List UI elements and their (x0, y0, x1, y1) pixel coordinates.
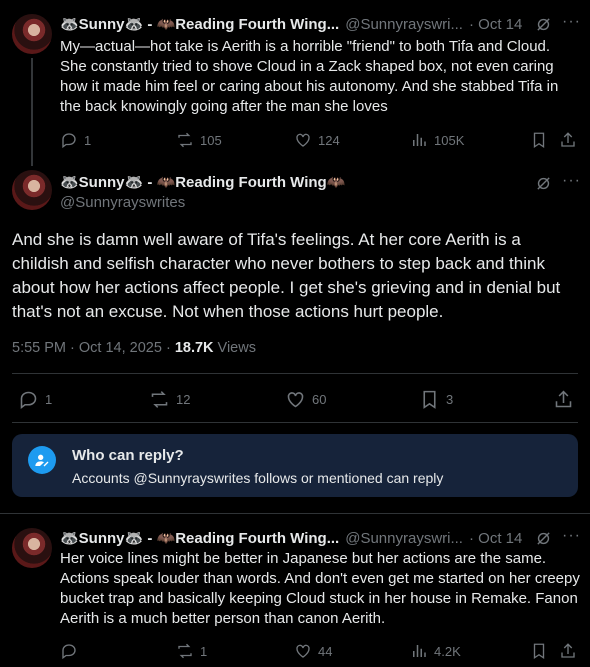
thread-line (31, 58, 33, 166)
bookmark-button[interactable] (530, 131, 548, 149)
repost-icon (178, 132, 192, 148)
repost-button[interactable]: 12 (149, 389, 190, 410)
views-count: 18.7K (174, 340, 214, 356)
divider (0, 513, 590, 514)
like-button[interactable]: 44 (294, 642, 332, 660)
reply-button[interactable] (60, 642, 84, 660)
grok-icon[interactable] (535, 175, 552, 197)
like-count: 44 (318, 643, 333, 659)
like-button[interactable]: 124 (294, 131, 340, 149)
reply-count: 1 (84, 132, 92, 148)
bookmark-icon (533, 643, 545, 660)
repost-icon (151, 391, 168, 408)
reply-restriction-icon (28, 446, 56, 474)
heart-icon (287, 392, 304, 408)
repost-count: 105 (200, 132, 222, 148)
author-handle[interactable]: @Sunnyrayswri... (345, 16, 463, 33)
repost-count: 1 (200, 643, 208, 659)
who-can-reply-notice: Who can reply? Accounts @Sunnyrayswrites… (12, 434, 578, 497)
author-name[interactable]: 🦝Sunny🦝 - 🦇Reading Fourth Wing... (60, 529, 339, 547)
repost-button[interactable]: 1 (176, 642, 207, 660)
author-handle[interactable]: @Sunnyrayswrites (60, 194, 185, 211)
repost-count: 12 (176, 392, 191, 407)
reply-button[interactable]: 1 (60, 131, 91, 149)
tweet-meta: 5:55 PM · Oct 14, 2025 · 18.7K Views (12, 340, 256, 356)
author-name[interactable]: 🦝Sunny🦝 - 🦇Reading Fourth Wing🦇 (60, 173, 345, 191)
share-icon (561, 643, 575, 658)
tweet-date[interactable]: · Oct 14 (469, 530, 522, 547)
more-icon[interactable]: ··· (562, 172, 581, 190)
heart-icon (296, 644, 310, 658)
grok-icon[interactable] (535, 16, 552, 38)
reply-icon (20, 391, 37, 409)
who-can-reply-text: Accounts @Sunnyrayswrites follows or men… (72, 470, 444, 486)
views-count: 4.2K (434, 643, 461, 659)
share-icon (561, 132, 575, 147)
like-count: 124 (318, 132, 340, 148)
heart-icon (296, 133, 310, 147)
reply-button[interactable]: 1 (18, 389, 52, 410)
more-icon[interactable]: ··· (562, 527, 581, 545)
author-name[interactable]: 🦝Sunny🦝 - 🦇Reading Fourth Wing... (60, 15, 339, 33)
divider (12, 373, 578, 374)
tweet-text: And she is damn well aware of Tifa's fee… (12, 230, 561, 321)
author-handle[interactable]: @Sunnyrayswri... (345, 530, 463, 547)
views-icon (413, 134, 426, 146)
views-icon (413, 645, 426, 657)
repost-button[interactable]: 105 (176, 131, 222, 149)
like-button[interactable]: 60 (285, 389, 326, 410)
avatar[interactable] (12, 170, 52, 210)
bookmark-icon (423, 390, 436, 409)
tweet-header: 🦝Sunny🦝 - 🦇Reading Fourth Wing... @Sunny… (60, 529, 530, 547)
share-icon (555, 390, 572, 408)
avatar[interactable] (12, 528, 52, 568)
tweet-header: 🦝Sunny🦝 - 🦇Reading Fourth Wing... @Sunny… (60, 15, 530, 33)
tweet-date[interactable]: · Oct 14 (469, 16, 522, 33)
more-icon[interactable]: ··· (562, 13, 581, 31)
reply-icon (62, 644, 76, 660)
bookmark-count: 3 (446, 392, 454, 407)
share-button[interactable] (559, 131, 577, 149)
reply-count: 1 (45, 392, 53, 407)
bookmark-button[interactable]: 3 (419, 389, 453, 410)
views-count: 105K (434, 132, 465, 148)
tweet-timestamp[interactable]: 5:55 PM · Oct 14, 2025 · (12, 340, 175, 356)
tweet-text: My—actual—hot take is Aerith is a horrib… (60, 38, 559, 115)
share-button[interactable] (553, 389, 574, 410)
repost-icon (178, 643, 192, 659)
bookmark-icon (533, 132, 545, 149)
share-button[interactable] (559, 642, 577, 660)
who-can-reply-title: Who can reply? (72, 447, 184, 464)
reply-icon (62, 133, 76, 149)
bookmark-button[interactable] (530, 642, 548, 660)
views-label: Views (213, 340, 256, 356)
tweet-text: Her voice lines might be better in Japan… (60, 550, 580, 627)
divider (12, 422, 578, 423)
avatar[interactable] (12, 14, 52, 54)
views-button[interactable]: 4.2K (410, 642, 461, 660)
like-count: 60 (312, 392, 327, 407)
views-button[interactable]: 105K (410, 131, 464, 149)
